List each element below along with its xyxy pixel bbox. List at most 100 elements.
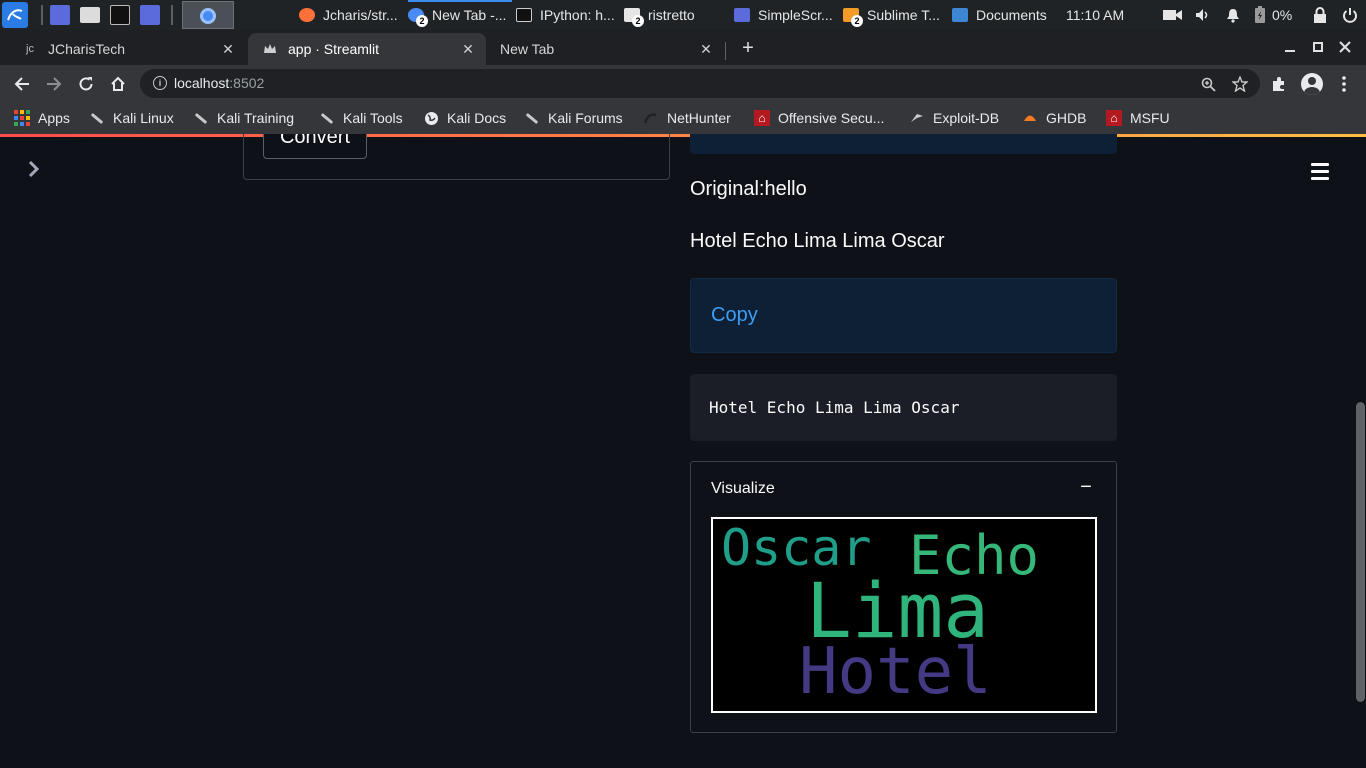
taskbar-window-simplescreenrecorder[interactable]: SimpleScr... [734, 0, 838, 30]
taskbar-window-chrome[interactable]: 2 New Tab -... [408, 0, 512, 30]
browser-menu-kebab-icon[interactable] [1332, 72, 1356, 96]
collapse-minus-icon[interactable]: − [1075, 476, 1097, 498]
camera-icon[interactable] [1163, 0, 1183, 30]
nethunter-icon [643, 110, 659, 126]
convert-button[interactable]: Convert [263, 134, 367, 159]
zoom-icon[interactable] [1198, 74, 1218, 94]
copy-link[interactable]: Copy [711, 304, 758, 327]
bookmark-ghdb[interactable]: GHDB [1022, 106, 1086, 130]
bookmark-kali-forums[interactable]: Kali Forums [524, 106, 623, 130]
bookmark-label: Kali Training [217, 110, 295, 126]
bookmark-kali-docs[interactable]: Kali Docs [423, 106, 506, 130]
workspace-icon[interactable] [50, 5, 70, 25]
taskbar-window-label: New Tab -... [432, 7, 507, 23]
close-window-icon[interactable] [1336, 38, 1354, 56]
taskbar-separator [41, 5, 43, 25]
chrome-icon: 2 [408, 8, 428, 27]
window-count-badge: 2 [632, 15, 644, 27]
bookmark-label: Kali Linux [113, 110, 174, 126]
kali-dragon-icon [89, 110, 105, 126]
reload-icon[interactable] [74, 72, 98, 96]
url-text: localhost:8502 [174, 75, 265, 91]
terminal-icon[interactable] [110, 5, 130, 25]
convert-form: Convert [243, 134, 670, 180]
browser-toolbar: i localhost:8502 [0, 65, 1366, 102]
window-count-badge: 2 [851, 15, 863, 27]
bookmark-offensive-security[interactable]: ⌂ Offensive Secu... [754, 106, 884, 130]
apps-grid-icon [14, 110, 30, 126]
maximize-window-icon[interactable] [1309, 38, 1327, 56]
taskbar-separator [171, 5, 173, 25]
firefox-icon [299, 8, 315, 22]
bookmark-label: Exploit-DB [933, 110, 1000, 126]
main-menu-hamburger-icon[interactable] [1310, 162, 1332, 180]
close-tab-icon[interactable]: ✕ [698, 41, 714, 57]
offsec-icon: ⌂ [754, 110, 770, 126]
tab-new-tab[interactable]: New Tab ✕ [486, 33, 724, 65]
volume-icon[interactable] [1195, 0, 1211, 30]
back-arrow-icon[interactable] [10, 72, 34, 96]
taskbar-window-firefox[interactable]: Jcharis/str... [299, 0, 405, 30]
streamlit-decoration-bar [0, 134, 1366, 137]
notification-bell-icon[interactable] [1226, 0, 1240, 30]
wordcloud-word-hotel: Hotel [799, 635, 992, 709]
taskbar-window-ristretto[interactable]: 2 ristretto [624, 0, 724, 30]
ghdb-icon [1022, 110, 1038, 126]
extensions-puzzle-icon[interactable] [1267, 72, 1291, 96]
tab-separator [725, 42, 726, 60]
taskbar-window-label: Documents [976, 7, 1047, 23]
bookmark-label: Kali Forums [548, 110, 623, 126]
bookmark-kali-tools[interactable]: Kali Tools [319, 106, 403, 130]
forward-arrow-icon[interactable] [42, 72, 66, 96]
chrome-icon [200, 8, 216, 24]
new-tab-plus-icon[interactable]: + [738, 37, 758, 59]
address-bar[interactable]: i localhost:8502 [140, 69, 1260, 98]
tab-streamlit-app[interactable]: app · Streamlit ✕ [248, 33, 486, 65]
profile-avatar-icon[interactable] [1300, 72, 1324, 96]
bookmark-kali-training[interactable]: Kali Training [193, 106, 294, 130]
copy-info-box: Copy [690, 278, 1117, 353]
taskbar-window-ipython[interactable]: IPython: h... [516, 0, 618, 30]
sidebar-expand-chevron-icon[interactable] [24, 159, 44, 179]
expander-header[interactable]: Visualize [711, 480, 775, 498]
battery-icon[interactable] [1254, 0, 1266, 30]
lock-icon[interactable] [1313, 0, 1327, 30]
taskbar-window-label: ristretto [648, 7, 695, 23]
bookmark-label: NetHunter [667, 110, 731, 126]
screen-recorder-icon[interactable] [140, 5, 160, 25]
taskbar-window-label: Sublime T... [867, 7, 940, 23]
active-window-button[interactable] [182, 1, 234, 29]
power-icon[interactable] [1342, 0, 1358, 30]
tab-label: JCharisTech [48, 41, 126, 57]
minimize-window-icon[interactable] [1281, 38, 1299, 56]
kali-dragon-icon [524, 110, 540, 126]
clock[interactable]: 11:10 AM [1066, 0, 1124, 30]
wordcloud-canvas: Oscar Echo Lima Hotel [713, 519, 1095, 711]
home-icon[interactable] [106, 72, 130, 96]
bookmark-exploit-db[interactable]: Exploit-DB [909, 106, 999, 130]
bookmark-label: Offensive Secu... [778, 110, 885, 126]
bookmark-msfu[interactable]: ⌂ MSFU [1106, 106, 1170, 130]
globe-icon [423, 110, 439, 126]
file-manager-icon[interactable] [80, 7, 100, 23]
close-tab-icon[interactable]: ✕ [220, 41, 236, 57]
taskbar-window-sublime[interactable]: 2 Sublime T... [843, 0, 945, 30]
taskbar-window-documents[interactable]: Documents [952, 0, 1056, 30]
close-tab-icon[interactable]: ✕ [460, 41, 476, 57]
screen-recorder-icon [734, 8, 750, 22]
wordcloud-image: Oscar Echo Lima Hotel [711, 517, 1097, 713]
bookmark-label: GHDB [1046, 110, 1087, 126]
bookmark-apps[interactable]: Apps [14, 106, 70, 130]
tab-jcharistech[interactable]: jc JCharisTech ✕ [8, 33, 246, 65]
streamlit-page: Convert Original:hello Hotel Echo Lima L… [0, 134, 1366, 768]
kali-dragon-icon [319, 110, 335, 126]
bookmark-nethunter[interactable]: NetHunter [643, 106, 731, 130]
sublime-icon: 2 [843, 8, 863, 27]
bookmark-star-icon[interactable] [1230, 74, 1250, 94]
browser-tab-strip: jc JCharisTech ✕ app · Streamlit ✕ New T… [0, 30, 1366, 65]
site-info-icon[interactable]: i [153, 76, 167, 90]
page-scrollbar[interactable] [1356, 402, 1365, 702]
bookmark-kali-linux[interactable]: Kali Linux [89, 106, 174, 130]
kali-menu-icon[interactable] [2, 2, 28, 28]
exploit-db-icon [909, 110, 925, 126]
